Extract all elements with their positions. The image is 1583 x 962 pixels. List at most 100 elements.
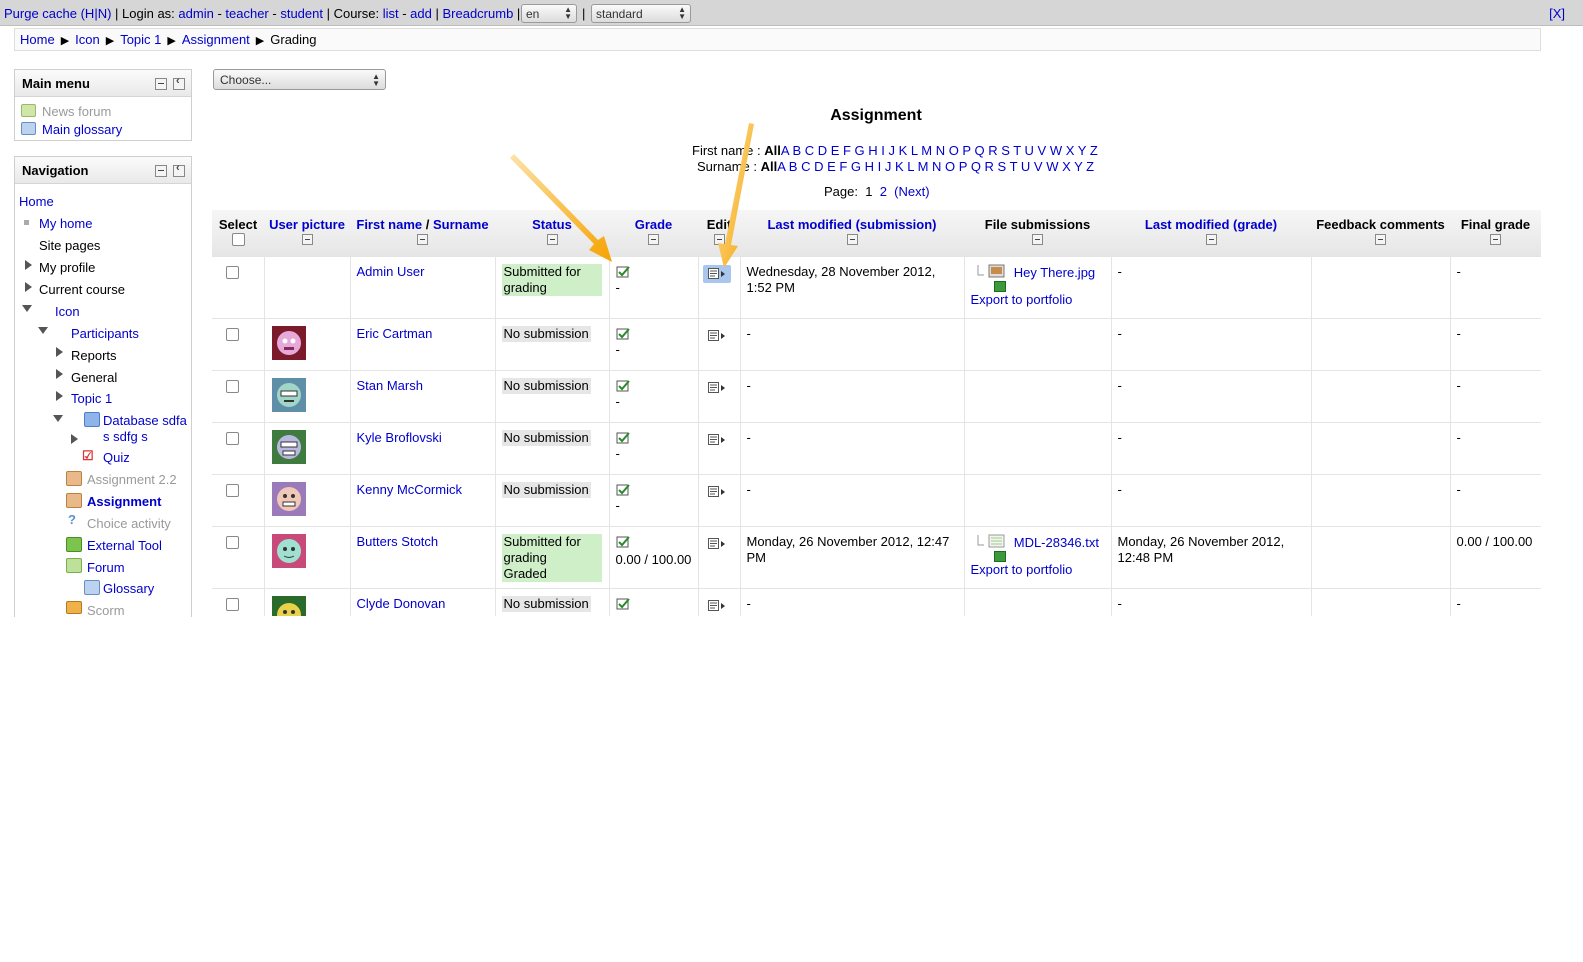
breadcrumb-icon-course[interactable]: Icon <box>75 32 100 47</box>
user-name-link[interactable]: Admin User <box>357 264 425 279</box>
nav-database-cont[interactable]: s sdfg s <box>103 429 148 444</box>
row-select-checkbox[interactable] <box>226 265 239 279</box>
collapse-block-icon[interactable] <box>155 78 167 90</box>
login-admin-link[interactable]: admin <box>178 6 213 21</box>
close-toolbar-link[interactable]: [X] <box>1549 6 1565 21</box>
hide-column-icon[interactable] <box>1032 234 1043 245</box>
avatar[interactable] <box>271 481 306 516</box>
nav-general[interactable]: General <box>71 370 117 385</box>
language-select[interactable]: en ▲ ▼ <box>521 4 577 23</box>
nav-glossary[interactable]: Glossary <box>103 581 154 596</box>
grade-icon[interactable] <box>616 327 630 340</box>
export-portfolio-link[interactable]: Export to portfolio <box>971 562 1073 577</box>
expand-icon[interactable] <box>56 369 63 379</box>
user-name-link[interactable]: Kyle Broflovski <box>357 430 442 445</box>
login-student-link[interactable]: student <box>280 6 323 21</box>
avatar[interactable] <box>271 533 306 568</box>
nav-choice-activity[interactable]: Choice activity <box>87 516 171 531</box>
breadcrumb-topic[interactable]: Topic 1 <box>120 32 161 47</box>
nav-home[interactable]: Home <box>19 194 54 209</box>
hide-column-icon[interactable] <box>846 234 858 245</box>
grade-icon[interactable] <box>616 597 630 610</box>
breadcrumb-toggle-link[interactable]: Breadcrumb <box>442 6 513 21</box>
sort-user-picture[interactable]: User picture <box>269 217 345 232</box>
hide-column-icon[interactable] <box>713 234 725 245</box>
firstname-letters[interactable]: A B C D E F G H I J K L M N O P Q R S T … <box>781 143 1098 158</box>
expand-icon[interactable] <box>71 434 78 444</box>
hide-column-icon[interactable] <box>301 234 313 245</box>
dock-block-icon[interactable] <box>173 162 185 177</box>
collapse-icon[interactable] <box>22 305 32 312</box>
filter-all[interactable]: All <box>764 143 781 158</box>
collapse-icon[interactable] <box>53 415 63 422</box>
course-list-link[interactable]: list <box>383 6 399 21</box>
nav-course-icon[interactable]: Icon <box>55 304 80 319</box>
nav-current-course[interactable]: Current course <box>39 282 125 297</box>
grade-icon[interactable] <box>616 379 630 392</box>
theme-select[interactable]: standard ▲ ▼ <box>591 4 691 23</box>
page-2-link[interactable]: 2 <box>880 184 887 199</box>
row-select-checkbox[interactable] <box>226 379 239 393</box>
nav-quiz[interactable]: Quiz <box>103 450 130 465</box>
nav-my-profile[interactable]: My profile <box>39 260 95 275</box>
row-select-checkbox[interactable] <box>226 535 239 549</box>
file-link[interactable]: MDL-28346.txt <box>1014 535 1099 550</box>
sort-surname[interactable]: Surname <box>433 217 489 232</box>
hide-column-icon[interactable] <box>546 234 558 245</box>
nav-external-tool[interactable]: External Tool <box>87 538 162 553</box>
row-select-checkbox[interactable] <box>226 327 239 341</box>
breadcrumb-assignment[interactable]: Assignment <box>182 32 250 47</box>
nav-forum[interactable]: Forum <box>87 560 125 575</box>
sort-grade[interactable]: Grade <box>635 217 673 232</box>
jump-to-select[interactable]: Choose... ▲ ▼ <box>213 69 386 90</box>
export-portfolio-link[interactable]: Export to portfolio <box>971 292 1073 307</box>
portfolio-icon[interactable] <box>993 280 1006 292</box>
nav-reports[interactable]: Reports <box>71 348 117 363</box>
edit-menu-icon[interactable] <box>707 599 726 612</box>
edit-menu-icon[interactable] <box>707 381 726 394</box>
select-all-checkbox[interactable] <box>231 233 245 246</box>
grade-icon[interactable] <box>616 431 630 444</box>
edit-menu-icon[interactable] <box>702 264 731 283</box>
edit-menu-icon[interactable] <box>707 433 726 446</box>
dock-block-icon[interactable] <box>173 75 185 90</box>
expand-icon[interactable] <box>25 282 32 292</box>
user-name-link[interactable]: Kenny McCormick <box>357 482 462 497</box>
hide-column-icon[interactable] <box>1490 234 1501 245</box>
sort-last-modified-grade[interactable]: Last modified (grade) <box>1145 217 1277 232</box>
sort-status[interactable]: Status <box>532 217 572 232</box>
nav-scorm[interactable]: Scorm <box>87 603 125 618</box>
purge-cache-link[interactable]: Purge cache (H|N) <box>4 6 111 21</box>
surname-letters[interactable]: A B C D E F G H I J K L M N O P Q R S T … <box>777 159 1094 174</box>
avatar[interactable] <box>271 429 306 464</box>
portfolio-icon[interactable] <box>993 550 1006 562</box>
file-link[interactable]: Hey There.jpg <box>1014 265 1095 280</box>
filter-all[interactable]: All <box>761 159 778 174</box>
user-name-link[interactable]: Clyde Donovan <box>357 596 446 611</box>
avatar[interactable] <box>271 325 306 360</box>
page-next-link[interactable]: (Next) <box>894 184 929 199</box>
avatar[interactable] <box>271 377 306 412</box>
collapse-block-icon[interactable] <box>155 165 167 177</box>
breadcrumb-home[interactable]: Home <box>20 32 55 47</box>
user-name-link[interactable]: Stan Marsh <box>357 378 423 393</box>
edit-menu-icon[interactable] <box>707 537 726 550</box>
course-add-link[interactable]: add <box>410 6 432 21</box>
grade-icon[interactable] <box>616 483 630 496</box>
hide-column-icon[interactable] <box>1205 234 1217 245</box>
nav-assignment-current[interactable]: Assignment <box>87 494 161 509</box>
grade-icon[interactable] <box>616 535 630 548</box>
expand-icon[interactable] <box>56 347 63 357</box>
nav-participants[interactable]: Participants <box>71 326 139 341</box>
sort-firstname[interactable]: First name <box>356 217 422 232</box>
nav-assignment-2-2[interactable]: Assignment 2.2 <box>87 472 177 487</box>
row-select-checkbox[interactable] <box>226 597 239 611</box>
avatar[interactable] <box>271 595 306 616</box>
sort-last-modified-submission[interactable]: Last modified (submission) <box>767 217 936 232</box>
hide-column-icon[interactable] <box>1375 234 1386 245</box>
row-select-checkbox[interactable] <box>226 431 239 445</box>
grade-icon[interactable] <box>616 265 630 278</box>
edit-menu-icon[interactable] <box>707 329 726 342</box>
hide-column-icon[interactable] <box>648 234 659 245</box>
hide-column-icon[interactable] <box>417 234 428 245</box>
